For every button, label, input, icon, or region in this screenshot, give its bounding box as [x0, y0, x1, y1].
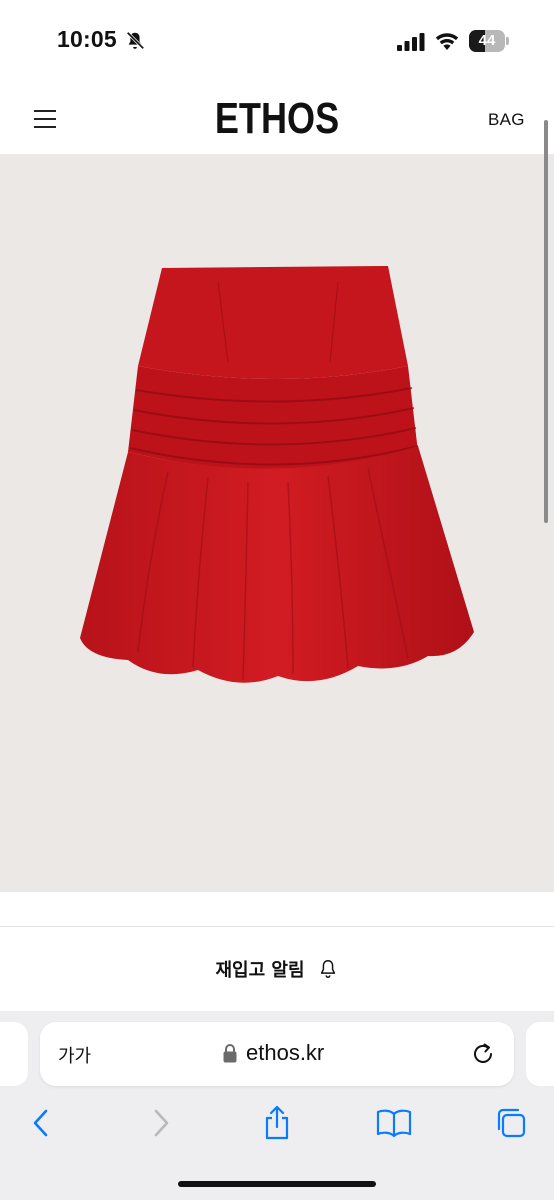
lock-icon	[223, 1044, 237, 1063]
browser-toolbar	[0, 1101, 554, 1145]
product-photo-skirt	[80, 266, 474, 683]
home-indicator	[178, 1181, 376, 1187]
tabs-icon	[497, 1108, 526, 1138]
url-text[interactable]: ethos.kr	[246, 1040, 324, 1066]
product-image	[0, 154, 554, 892]
bookmarks-icon	[376, 1109, 412, 1138]
reload-icon[interactable]	[470, 1041, 496, 1067]
site-header: ETHOS BAG	[0, 80, 554, 154]
browser-chrome: 가가 ethos.kr	[0, 1011, 554, 1200]
status-bar: 10:05 44	[0, 0, 554, 80]
back-button[interactable]	[19, 1101, 63, 1145]
forward-icon	[154, 1109, 169, 1137]
wifi-icon	[435, 33, 459, 50]
text-size-button[interactable]: 가가	[58, 1042, 91, 1068]
signal-icon	[397, 33, 425, 51]
restock-label: 재입고 알림	[215, 960, 305, 981]
share-button[interactable]	[255, 1101, 299, 1145]
address-bar[interactable]: 가가 ethos.kr	[40, 1022, 514, 1086]
status-time: 10:05	[57, 26, 117, 52]
previous-tab-preview[interactable]	[0, 1022, 28, 1086]
battery-level: 44	[478, 32, 496, 49]
forward-button[interactable]	[139, 1101, 183, 1145]
brand-logo[interactable]: ETHOS	[50, 94, 504, 144]
scroll-indicator[interactable]	[544, 120, 548, 523]
bookmarks-button[interactable]	[372, 1101, 416, 1145]
bell-icon	[320, 960, 335, 978]
back-icon	[33, 1109, 48, 1137]
tabs-button[interactable]	[489, 1101, 533, 1145]
bell-slash-icon	[126, 31, 145, 50]
share-icon	[265, 1105, 289, 1140]
bag-link[interactable]: BAG	[488, 110, 525, 130]
restock-notification-button[interactable]: 재입고 알림	[0, 927, 554, 1011]
next-tab-preview[interactable]	[526, 1022, 554, 1086]
battery-icon: 44	[469, 30, 509, 52]
